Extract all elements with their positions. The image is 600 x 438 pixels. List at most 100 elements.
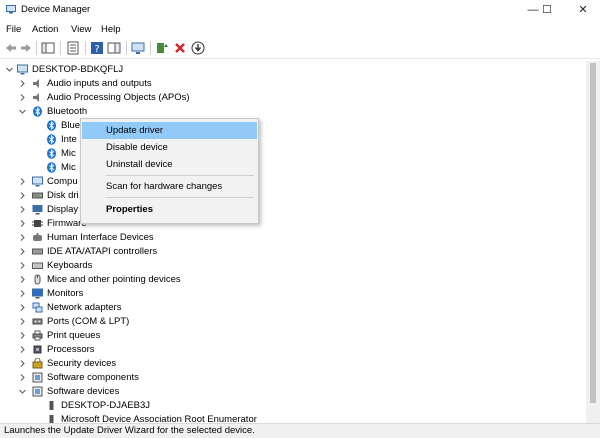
tree-item-hid[interactable]: Human Interface Devices — [0, 231, 584, 245]
action-pane-icon[interactable] — [107, 41, 121, 55]
mouse-icon — [34, 274, 41, 285]
menu-item-uninstall-device[interactable]: Uninstall device — [82, 156, 257, 173]
forward-icon[interactable] — [19, 41, 33, 55]
uninstall-device-icon[interactable] — [173, 41, 187, 55]
bluetooth-icon — [47, 162, 56, 173]
display-adapter-icon — [32, 205, 43, 215]
tree-item-label: Compu — [47, 176, 78, 187]
chevron-right-icon[interactable] — [18, 373, 27, 382]
menu-file[interactable]: File — [6, 24, 21, 35]
back-icon[interactable] — [4, 41, 18, 55]
chevron-right-icon[interactable] — [18, 289, 27, 298]
bluetooth-icon — [47, 148, 56, 159]
chevron-right-icon[interactable] — [18, 79, 27, 88]
menu-item-update-driver[interactable]: Update driver — [82, 122, 257, 139]
printer-icon — [32, 330, 43, 341]
bluetooth-icon — [47, 120, 56, 131]
disk-drive-icon — [32, 192, 43, 199]
tree-item-ide[interactable]: IDE ATA/ATAPI controllers — [0, 245, 584, 259]
menu-item-properties[interactable]: Properties — [82, 201, 257, 218]
firmware-icon — [32, 220, 43, 227]
chevron-down-icon[interactable] — [5, 65, 14, 74]
security-icon — [32, 358, 43, 369]
menu-item-scan-hardware[interactable]: Scan for hardware changes — [82, 178, 257, 195]
scan-hardware-icon[interactable] — [131, 41, 145, 55]
menu-view[interactable]: View — [71, 24, 91, 35]
tree-item-label: Software devices — [47, 386, 120, 397]
tree-item-audio-inputs[interactable]: Audio inputs and outputs — [0, 77, 584, 91]
vertical-scrollbar[interactable] — [586, 61, 600, 423]
chevron-right-icon[interactable] — [18, 303, 27, 312]
tree-item-label: Audio Processing Objects (APOs) — [47, 92, 190, 103]
software-icon — [32, 372, 43, 383]
help-icon[interactable]: ? — [90, 41, 104, 55]
chevron-right-icon[interactable] — [18, 93, 27, 102]
properties-icon[interactable] — [66, 41, 80, 55]
tree-item-ports[interactable]: Ports (COM & LPT) — [0, 315, 584, 329]
maximize-button[interactable]: ☐ — [533, 0, 561, 20]
tree-item-monitors[interactable]: Monitors — [0, 287, 584, 301]
tree-item-label: Display — [47, 204, 79, 215]
computer-icon — [17, 64, 28, 75]
chevron-down-icon[interactable] — [18, 107, 27, 116]
tree-item-label: Human Interface Devices — [47, 232, 154, 243]
tree-item-label: Bluetooth — [47, 106, 88, 117]
chevron-right-icon[interactable] — [18, 317, 27, 326]
tree-item-label: Mice and other pointing devices — [47, 274, 181, 285]
tree-item-label: Disk dri — [47, 190, 79, 201]
chevron-right-icon[interactable] — [18, 359, 27, 368]
chevron-right-icon[interactable] — [18, 191, 27, 200]
ide-icon — [32, 248, 43, 255]
port-icon — [32, 318, 43, 325]
update-driver-icon[interactable] — [155, 41, 169, 55]
scrollbar-thumb[interactable] — [590, 63, 596, 403]
menu-item-label: Scan for hardware changes — [106, 181, 223, 192]
chevron-right-icon[interactable] — [18, 177, 27, 186]
tree-item-network[interactable]: Network adapters — [0, 301, 584, 315]
tree-child-software-2[interactable]: Microsoft Device Association Root Enumer… — [0, 413, 584, 423]
chevron-right-icon[interactable] — [18, 331, 27, 340]
monitor-icon — [32, 288, 43, 299]
hid-icon — [33, 233, 42, 241]
chevron-right-icon[interactable] — [18, 247, 27, 256]
menu-action[interactable]: Action — [32, 24, 58, 35]
menu-separator — [105, 175, 254, 176]
menu-item-disable-device[interactable]: Disable device — [82, 139, 257, 156]
tree-item-bluetooth[interactable]: Bluetooth — [0, 105, 584, 119]
chevron-right-icon[interactable] — [18, 233, 27, 242]
menu-item-label: Update driver — [106, 125, 164, 136]
tree-item-security[interactable]: Security devices — [0, 357, 584, 371]
tree-item-mice[interactable]: Mice and other pointing devices — [0, 273, 584, 287]
tree-item-keyboards[interactable]: Keyboards — [0, 259, 584, 273]
menu-bar: File Action View Help — [0, 21, 600, 38]
chevron-right-icon[interactable] — [18, 275, 27, 284]
tree-item-processors[interactable]: Processors — [0, 343, 584, 357]
device-icon — [49, 401, 54, 410]
show-hide-console-tree-icon[interactable] — [41, 41, 55, 55]
tree-root[interactable]: DESKTOP-BDKQFLJ — [0, 63, 584, 77]
menu-item-label: Disable device — [106, 142, 168, 153]
tree-item-software-devices[interactable]: Software devices — [0, 385, 584, 399]
svg-text:?: ? — [94, 44, 99, 55]
tree-item-label: Security devices — [47, 358, 117, 369]
chevron-right-icon[interactable] — [18, 205, 27, 214]
menu-help[interactable]: Help — [101, 24, 121, 35]
tree-child-software-1[interactable]: DESKTOP-DJAEB3J — [0, 399, 584, 413]
chevron-right-icon[interactable] — [18, 219, 27, 228]
status-bar: Launches the Update Driver Wizard for th… — [0, 423, 600, 438]
context-menu: Update driver Disable device Uninstall d… — [80, 118, 259, 224]
tree-item-apos[interactable]: Audio Processing Objects (APOs) — [0, 91, 584, 105]
tree-item-label: Processors — [47, 344, 95, 355]
tree-item-label: Network adapters — [47, 302, 122, 313]
tree-item-print-queues[interactable]: Print queues — [0, 329, 584, 343]
tree-item-label: Microsoft Device Association Root Enumer… — [61, 414, 257, 423]
tree-item-label: Print queues — [47, 330, 101, 341]
menu-item-label: Uninstall device — [106, 159, 173, 170]
tree-item-software-components[interactable]: Software components — [0, 371, 584, 385]
close-button[interactable]: ✕ — [569, 0, 597, 20]
chevron-right-icon[interactable] — [18, 261, 27, 270]
chevron-right-icon[interactable] — [18, 345, 27, 354]
processor-icon — [33, 345, 42, 354]
disable-device-icon[interactable] — [191, 41, 205, 55]
chevron-down-icon[interactable] — [18, 387, 27, 396]
